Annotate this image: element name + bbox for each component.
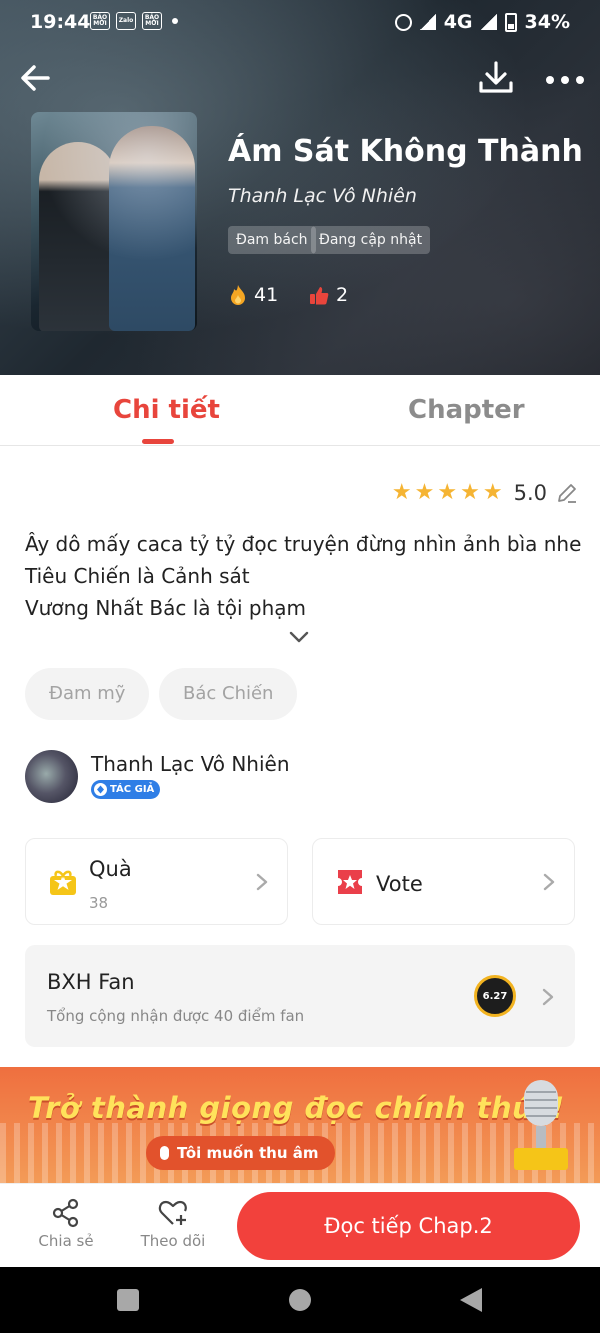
author-avatar[interactable]: [25, 750, 78, 803]
book-title: Ám Sát Không Thành: [228, 134, 583, 169]
book-hero: 19:44 BÁO MỚI Zalo BÁO MỚI 4G 34% Ám Sát…: [0, 0, 600, 375]
microphone-icon: [514, 1080, 568, 1170]
like-count: 2: [336, 284, 349, 306]
status-right: 4G 34%: [394, 11, 570, 33]
rating-row[interactable]: ★ ★ ★ ★ ★ 5.0: [392, 480, 578, 505]
status-time: 19:44: [30, 11, 91, 33]
chevron-right-icon: [543, 873, 555, 891]
share-icon: [52, 1198, 79, 1228]
fire-icon: [231, 285, 245, 305]
battery-percent: 34%: [524, 11, 570, 33]
chevron-right-icon: [256, 873, 268, 891]
fan-ranking-title: BXH Fan: [47, 970, 135, 994]
fan-ranking-subtitle: Tổng cộng nhận được 40 điểm fan: [47, 1007, 305, 1025]
download-icon: [479, 61, 513, 93]
description-line: Tiêu Chiến là Cảnh sát: [25, 564, 250, 588]
system-nav-bar: [0, 1267, 600, 1333]
star-icon: ★: [437, 480, 458, 505]
author-name[interactable]: Thanh Lạc Vô Nhiên: [91, 752, 290, 776]
thumbs-up-icon: [310, 287, 329, 305]
star-icon: ★: [482, 480, 503, 505]
gift-card[interactable]: Quà 38: [25, 838, 288, 925]
network-type: 4G: [443, 11, 473, 33]
follow-label: Theo dõi: [140, 1232, 206, 1250]
share-label: Chia sẻ: [38, 1232, 94, 1250]
follow-button[interactable]: Theo dõi: [133, 1198, 213, 1250]
continue-reading-button[interactable]: Đọc tiếp Chap.2: [237, 1192, 580, 1260]
notification-icons: BÁO MỚI Zalo BÁO MỚI: [90, 12, 178, 30]
more-notifications-dot-icon: [172, 18, 178, 24]
fire-stat[interactable]: 41: [228, 284, 278, 306]
home-icon[interactable]: [289, 1289, 311, 1311]
more-dots-icon: [546, 76, 584, 84]
detail-tabs: Chi tiết Chapter: [0, 375, 600, 446]
like-stat[interactable]: 2: [308, 284, 348, 306]
back-button[interactable]: [14, 56, 58, 100]
mic-icon: [160, 1146, 169, 1160]
star-icon: ★: [391, 480, 412, 505]
gift-count: 38: [89, 894, 109, 912]
tab-chapter[interactable]: Chapter: [408, 395, 525, 425]
top-nav: [0, 52, 600, 102]
record-button-label: Tôi muốn thu âm: [177, 1144, 319, 1162]
status-bar: 19:44 BÁO MỚI Zalo BÁO MỚI 4G 34%: [0, 0, 600, 44]
recents-icon[interactable]: [117, 1289, 139, 1311]
vote-card[interactable]: Vote: [312, 838, 575, 925]
wifi-signal-icon: [480, 14, 497, 30]
chip-dam-my[interactable]: Đam mỹ: [25, 668, 150, 720]
fan-medal-icon: 6.27: [474, 975, 516, 1017]
book-description: Ây dô mấy caca tỷ tỷ đọc truyện đừng nhì…: [25, 528, 581, 624]
author-badge-icon: [94, 783, 107, 796]
tag-status: Đang cập nhật: [311, 226, 431, 254]
share-button[interactable]: Chia sẻ: [26, 1198, 106, 1250]
book-cover: [31, 112, 197, 331]
heart-plus-icon: [158, 1200, 187, 1225]
star-icon: ★: [414, 480, 435, 505]
baomoi-notification-icon-2: BÁO MỚI: [142, 12, 162, 30]
bottom-action-bar: Chia sẻ Theo dõi Đọc tiếp Chap.2: [0, 1183, 600, 1267]
vote-ticket-icon: [338, 870, 362, 894]
fan-ranking-card[interactable]: BXH Fan Tổng cộng nhận được 40 điểm fan …: [25, 945, 575, 1047]
book-author[interactable]: Thanh Lạc Vô Nhiên: [228, 185, 417, 207]
download-button[interactable]: [474, 56, 518, 100]
description-line: Ây dô mấy caca tỷ tỷ đọc truyện đừng nhì…: [25, 532, 582, 556]
author-badge-label: TÁC GIẢ: [110, 784, 155, 795]
record-button[interactable]: Tôi muốn thu âm: [146, 1136, 335, 1170]
vote-label: Vote: [376, 872, 423, 896]
alarm-icon: [394, 13, 412, 31]
tab-active-indicator: [142, 439, 174, 444]
expand-chevron-icon[interactable]: [287, 628, 311, 646]
banner-title: Trở thành giọng đọc chính thức!: [28, 1091, 565, 1125]
zalo-notification-icon: Zalo: [116, 12, 136, 30]
gift-label: Quà: [89, 857, 132, 881]
description-line: Vương Nhất Bác là tội phạm: [25, 596, 307, 620]
rating-value: 5.0: [513, 480, 547, 505]
cover-light: [31, 112, 197, 331]
tab-detail[interactable]: Chi tiết: [113, 395, 220, 425]
author-badge: TÁC GIẢ: [91, 780, 161, 799]
back-arrow-icon: [21, 65, 50, 91]
chip-bac-chien[interactable]: Bác Chiến: [159, 668, 298, 720]
star-icon: ★: [460, 480, 480, 505]
baomoi-notification-icon: BÁO MỚI: [90, 12, 110, 30]
more-options-button[interactable]: [540, 56, 590, 100]
battery-icon: [504, 12, 517, 32]
fire-count: 41: [254, 284, 279, 306]
system-back-icon[interactable]: [460, 1288, 482, 1312]
chevron-right-icon: [542, 988, 554, 1006]
gift-icon: [50, 870, 76, 895]
edit-pencil-icon[interactable]: [556, 482, 578, 504]
tag-genre[interactable]: Đam bách: [228, 226, 316, 254]
signal-icon: [419, 14, 436, 30]
